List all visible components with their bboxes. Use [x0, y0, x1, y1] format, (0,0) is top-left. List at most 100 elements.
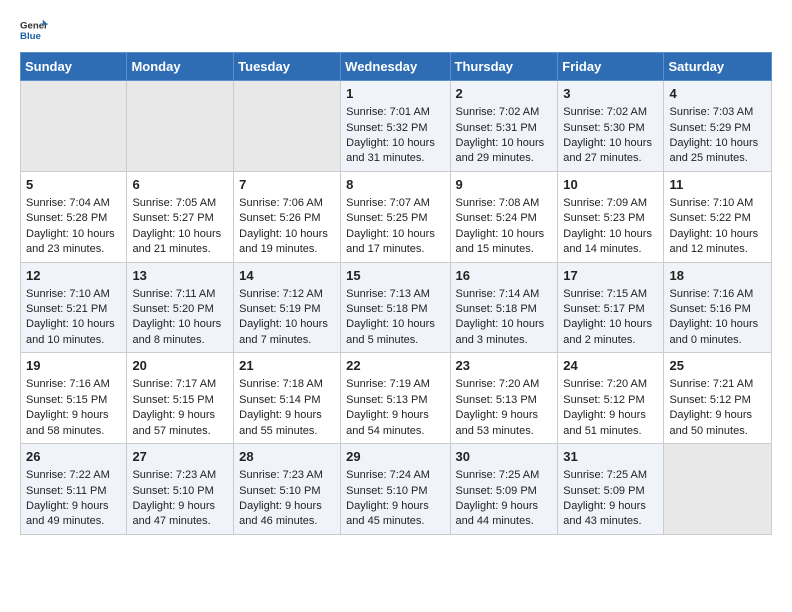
sunrise-text: Sunrise: 7:09 AM — [563, 197, 647, 209]
day-number: 19 — [26, 357, 121, 375]
sunrise-text: Sunrise: 7:25 AM — [563, 469, 647, 481]
daylight-text: Daylight: 9 hours and 50 minutes. — [669, 409, 752, 436]
day-number: 22 — [346, 357, 444, 375]
day-cell: 28Sunrise: 7:23 AMSunset: 5:10 PMDayligh… — [234, 444, 341, 535]
sunrise-text: Sunrise: 7:20 AM — [456, 378, 540, 390]
sunset-text: Sunset: 5:14 PM — [239, 394, 320, 406]
day-cell: 18Sunrise: 7:16 AMSunset: 5:16 PMDayligh… — [664, 262, 772, 353]
day-number: 25 — [669, 357, 766, 375]
daylight-text: Daylight: 9 hours and 51 minutes. — [563, 409, 646, 436]
daylight-text: Daylight: 10 hours and 5 minutes. — [346, 318, 435, 345]
daylight-text: Daylight: 9 hours and 43 minutes. — [563, 500, 646, 527]
daylight-text: Daylight: 10 hours and 17 minutes. — [346, 228, 435, 255]
sunset-text: Sunset: 5:25 PM — [346, 212, 427, 224]
day-cell: 4 Sunrise: 7:03 AM Sunset: 5:29 PM Daylight… — [664, 81, 772, 172]
day-number: 16 — [456, 267, 553, 285]
week-row-4: 19 Sunrise: 7:16 AM Sunset: 5:15 PM Dayligh… — [21, 353, 772, 444]
daylight-text: Daylight: 10 hours and 31 minutes. — [346, 137, 435, 164]
sunset-text: Sunset: 5:23 PM — [563, 212, 644, 224]
day-cell: 1Sunrise: 7:01 AMSunset: 5:32 PMDaylight… — [341, 81, 450, 172]
sunrise-text: Sunrise: 7:19 AM — [346, 378, 430, 390]
day-number: 20 — [132, 357, 228, 375]
daylight-text: Daylight: 10 hours and 7 minutes. — [239, 318, 328, 345]
day-cell: 22Sunrise: 7:19 AMSunset: 5:13 PMDayligh… — [341, 353, 450, 444]
day-number: 6 — [132, 176, 228, 194]
daylight-text: Daylight: 9 hours and 54 minutes. — [346, 409, 429, 436]
day-cell: 6Sunrise: 7:05 AMSunset: 5:27 PMDaylight… — [127, 171, 234, 262]
sunset-text: Sunset: 5:12 PM — [563, 394, 644, 406]
day-cell: 24Sunrise: 7:20 AMSunset: 5:12 PMDayligh… — [558, 353, 664, 444]
day-cell — [664, 444, 772, 535]
sunrise-text: Sunrise: 7:04 AM — [26, 197, 110, 209]
sunrise-text: Sunrise: 7:24 AM — [346, 469, 430, 481]
sunrise-text: Sunrise: 7:08 AM — [456, 197, 540, 209]
sunrise-text: Sunrise: 7:15 AM — [563, 288, 647, 300]
day-cell: 20Sunrise: 7:17 AMSunset: 5:15 PMDayligh… — [127, 353, 234, 444]
day-number: 11 — [669, 176, 766, 194]
sunrise-text: Sunrise: 7:01 AM — [346, 106, 430, 118]
day-number: 31 — [563, 448, 658, 466]
daylight-text: Daylight: 9 hours and 46 minutes. — [239, 500, 322, 527]
sunset-text: Sunset: 5:29 PM — [669, 122, 750, 134]
day-number: 21 — [239, 357, 335, 375]
sunset-text: Sunset: 5:24 PM — [456, 212, 537, 224]
sunrise-text: Sunrise: 7:02 AM — [563, 106, 647, 118]
day-cell: 26Sunrise: 7:22 AMSunset: 5:11 PMDayligh… — [21, 444, 127, 535]
week-row-5: 26Sunrise: 7:22 AMSunset: 5:11 PMDayligh… — [21, 444, 772, 535]
day-number: 29 — [346, 448, 444, 466]
daylight-text: Daylight: 10 hours and 0 minutes. — [669, 318, 758, 345]
sunrise-text: Sunrise: 7:23 AM — [239, 469, 323, 481]
day-header-thursday: Thursday — [450, 53, 558, 81]
sunrise-text: Sunrise: 7:16 AM — [669, 288, 753, 300]
sunset-text: Sunset: 5:10 PM — [346, 485, 427, 497]
daylight-text: Daylight: 9 hours and 49 minutes. — [26, 500, 109, 527]
daylight-text: Daylight: 10 hours and 29 minutes. — [456, 137, 545, 164]
sunset-text: Sunset: 5:15 PM — [26, 394, 107, 406]
day-number: 27 — [132, 448, 228, 466]
day-cell: 2Sunrise: 7:02 AMSunset: 5:31 PMDaylight… — [450, 81, 558, 172]
day-number: 4 — [669, 85, 766, 103]
daylight-text: Daylight: 10 hours and 21 minutes. — [132, 228, 221, 255]
sunset-text: Sunset: 5:16 PM — [669, 303, 750, 315]
daylight-text: Daylight: 10 hours and 12 minutes. — [669, 228, 758, 255]
daylight-text: Daylight: 10 hours and 10 minutes. — [26, 318, 115, 345]
day-cell: 19Sunrise: 7:16 AMSunset: 5:15 PMDayligh… — [21, 353, 127, 444]
sunset-text: Sunset: 5:17 PM — [563, 303, 644, 315]
day-number: 8 — [346, 176, 444, 194]
daylight-text: Daylight: 9 hours and 44 minutes. — [456, 500, 539, 527]
sunset-text: Sunset: 5:28 PM — [26, 212, 107, 224]
sunrise-text: Sunrise: 7:18 AM — [239, 378, 323, 390]
day-number: 5 — [26, 176, 121, 194]
sunrise-text: Sunrise: 7:06 AM — [239, 197, 323, 209]
svg-text:Blue: Blue — [20, 31, 41, 42]
day-cell: 16Sunrise: 7:14 AMSunset: 5:18 PMDayligh… — [450, 262, 558, 353]
day-cell: 25Sunrise: 7:21 AMSunset: 5:12 PMDayligh… — [664, 353, 772, 444]
sunset-text: Sunset: 5:30 PM — [563, 122, 644, 134]
sunrise-text: Sunrise: 7:10 AM — [669, 197, 753, 209]
sunrise-text: Sunrise: 7:12 AM — [239, 288, 323, 300]
sunrise-text: Sunrise: 7:03 AM — [669, 106, 753, 118]
sunset-text: Sunset: 5:10 PM — [239, 485, 320, 497]
sunrise-text: Sunrise: 7:23 AM — [132, 469, 216, 481]
sunset-text: Sunset: 5:22 PM — [669, 212, 750, 224]
sunrise-text: Sunrise: 7:13 AM — [346, 288, 430, 300]
day-cell: 5 Sunrise: 7:04 AM Sunset: 5:28 PM Daylight… — [21, 171, 127, 262]
day-header-tuesday: Tuesday — [234, 53, 341, 81]
sunset-text: Sunset: 5:13 PM — [456, 394, 537, 406]
week-row-2: 5 Sunrise: 7:04 AM Sunset: 5:28 PM Daylight… — [21, 171, 772, 262]
day-number: 23 — [456, 357, 553, 375]
sunrise-text: Sunrise: 7:14 AM — [456, 288, 540, 300]
daylight-text: Daylight: 10 hours and 23 minutes. — [26, 228, 115, 255]
day-number: 2 — [456, 85, 553, 103]
sunrise-text: Sunrise: 7:05 AM — [132, 197, 216, 209]
sunrise-text: Sunrise: 7:16 AM — [26, 378, 110, 390]
day-cell — [21, 81, 127, 172]
sunset-text: Sunset: 5:15 PM — [132, 394, 213, 406]
day-number: 9 — [456, 176, 553, 194]
sunset-text: Sunset: 5:18 PM — [456, 303, 537, 315]
daylight-text: Daylight: 10 hours and 25 minutes. — [669, 137, 758, 164]
sunset-text: Sunset: 5:09 PM — [456, 485, 537, 497]
day-cell: 31Sunrise: 7:25 AMSunset: 5:09 PMDayligh… — [558, 444, 664, 535]
sunset-text: Sunset: 5:11 PM — [26, 485, 107, 497]
day-number: 15 — [346, 267, 444, 285]
